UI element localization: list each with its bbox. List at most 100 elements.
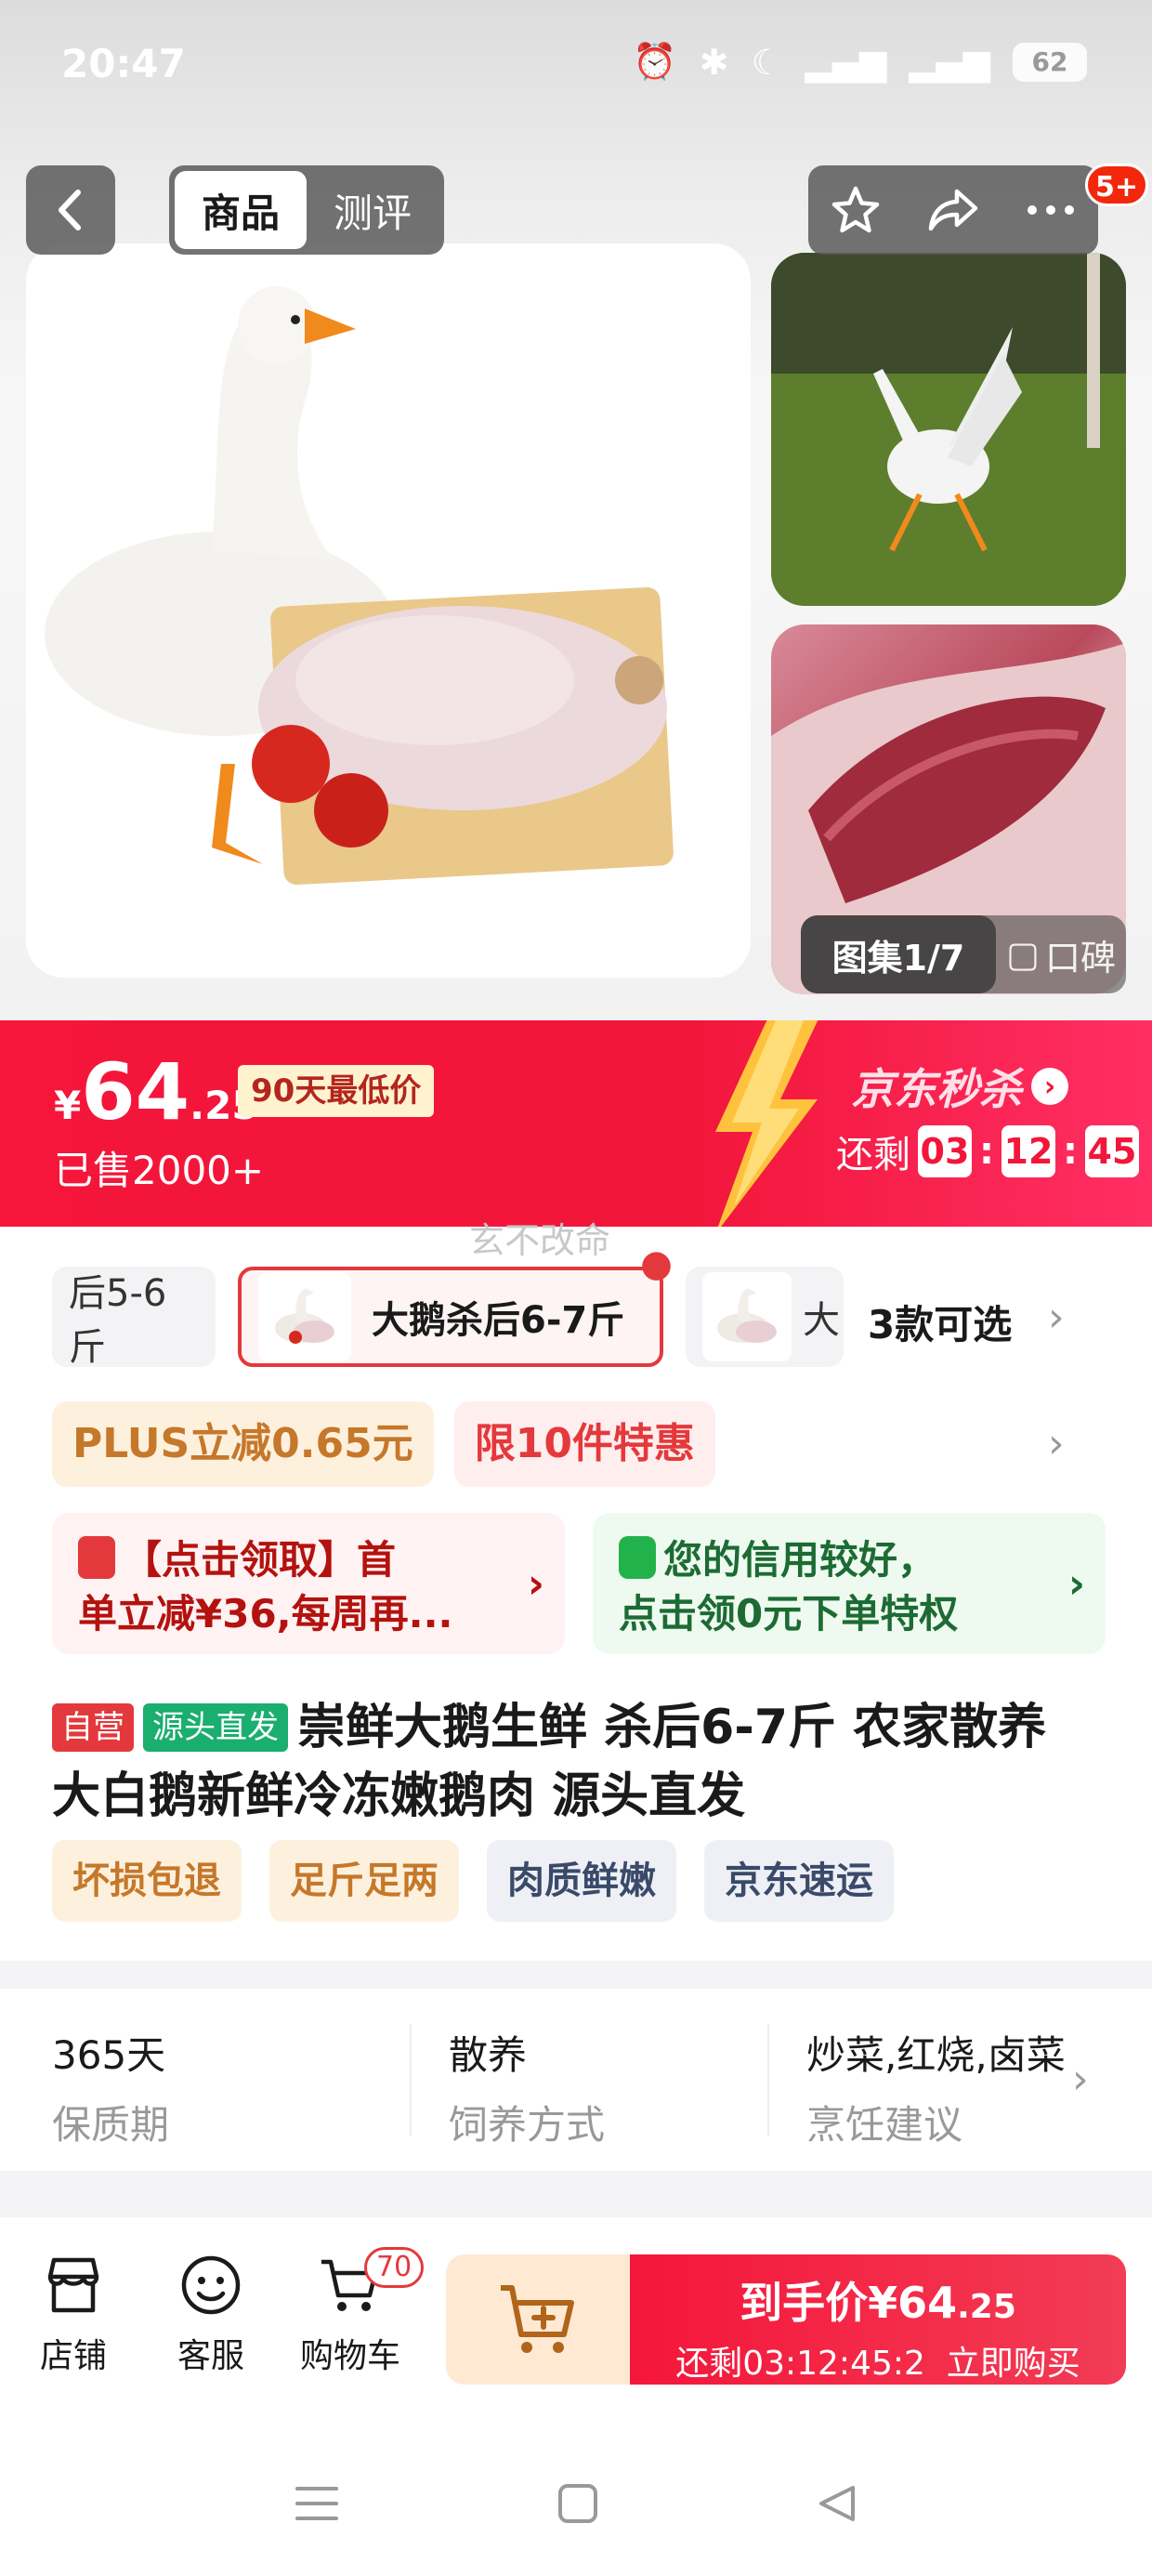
top-actions — [808, 165, 1098, 255]
feature-tag[interactable]: 足斤足两 — [269, 1840, 459, 1922]
hot-flame-icon: ● — [640, 1242, 673, 1285]
variant-option-selected[interactable]: 大鹅杀后6-7斤 ● — [238, 1242, 673, 1367]
customer-service-button[interactable]: 客服 — [160, 2254, 262, 2377]
tab-product[interactable]: 商品 — [175, 171, 307, 249]
source-direct-badge: 源头直发 — [143, 1703, 288, 1752]
koubei-tab[interactable]: ▢ 口碑 — [996, 929, 1126, 980]
promo-row[interactable]: PLUS立减0.65元 限10件特惠 — [52, 1401, 715, 1487]
variant-option[interactable]: 后5-6斤 — [52, 1267, 216, 1369]
buy-now-button[interactable]: 到手价¥64.25 还剩03:12:45:2 立即购买 — [630, 2254, 1126, 2385]
gallery-counter-label[interactable]: 图集1/7 — [801, 915, 996, 993]
spec-item: 散养 饲养方式 — [410, 2024, 767, 2148]
menu-icon[interactable] — [294, 2483, 340, 2524]
product-gallery[interactable]: 图集1/7 ▢ 口碑 — [0, 0, 1152, 1022]
buy-price-currency: ¥ — [868, 2278, 898, 2328]
variant-selector: 后5-6斤 大鹅杀后6-7斤 ● 大 — [52, 1242, 866, 1369]
chevron-right-icon[interactable]: › — [1072, 2056, 1089, 2103]
koubei-icon: ▢ — [1006, 934, 1040, 975]
service-label: 客服 — [177, 2337, 244, 2375]
notification-badge: 5+ — [1085, 164, 1149, 206]
spec-summary[interactable]: 365天 保质期 散养 饲养方式 炒菜,红烧,卤菜 烹饪建议 › — [0, 1989, 1152, 2171]
coupon-line1: 【点击领取】首 — [123, 1537, 397, 1583]
status-time: 20:47 — [61, 41, 186, 86]
variant-thumbnail — [702, 1272, 792, 1361]
battery-icon: 62 — [1013, 42, 1087, 82]
alarm-icon: ⏰ — [633, 41, 677, 82]
moon-icon: ☾ — [751, 41, 783, 83]
add-to-cart-button[interactable] — [446, 2254, 632, 2385]
cart-count-badge: 70 — [364, 2247, 425, 2288]
limited-offer-tag[interactable]: 限10件特惠 — [453, 1401, 715, 1487]
service-smiley-icon — [181, 2255, 241, 2315]
countdown-sep: : — [1063, 1130, 1078, 1173]
spec-value: 炒菜,红烧,卤菜 — [806, 2032, 1066, 2078]
gallery-counter[interactable]: 图集1/7 ▢ 口碑 — [801, 915, 1126, 993]
sale-price: ¥ 64 .25 — [54, 1046, 259, 1137]
coupon-icon — [78, 1536, 115, 1579]
variant-label: 后5-6斤 — [69, 1272, 167, 1369]
chevron-right-icon[interactable]: › — [1048, 1294, 1065, 1341]
lowest-price-tag: 90天最低价 — [238, 1065, 435, 1117]
coupon-row: 【点击领取】首 单立减¥36,每周再... › 您的信用较好， 点击领0元下单特… — [52, 1513, 1106, 1654]
self-operated-badge: 自营 — [52, 1703, 134, 1752]
countdown-label: 还剩 — [836, 1134, 910, 1176]
buy-price-integer: 64 — [897, 2278, 958, 2328]
feature-tag[interactable]: 肉质鲜嫩 — [487, 1840, 676, 1922]
spec-item: 365天 保质期 — [52, 2024, 410, 2148]
lightning-icon — [715, 1020, 818, 1227]
buy-countdown-line: 还剩03:12:45:2 立即购买 — [630, 2336, 1126, 2385]
countdown-hours: 03 — [918, 1125, 972, 1177]
spec-key: 烹饪建议 — [806, 2102, 963, 2148]
more-icon[interactable] — [1025, 203, 1077, 217]
plus-discount-tag[interactable]: PLUS立减0.65元 — [52, 1401, 434, 1487]
flash-sale-title[interactable]: 京东秒杀 › — [851, 1056, 1068, 1117]
countdown-minutes: 12 — [1001, 1125, 1055, 1177]
main-product-image[interactable] — [26, 243, 751, 978]
spec-key: 饲养方式 — [449, 2102, 606, 2148]
chevron-right-icon: › — [1031, 1068, 1068, 1105]
bluetooth-icon: ✱ — [699, 41, 729, 83]
shop-button[interactable]: 店铺 — [22, 2254, 124, 2377]
status-bar: 20:47 ⏰ ✱ ☾ ▂▄▆ ▂▄▆ 62 — [0, 0, 1152, 139]
shopping-bag-icon — [619, 1536, 656, 1579]
product-title: 自营 源头直发 崇鲜大鹅生鲜 杀后6-7斤 农家散养大白鹅新鲜冷冻嫩鹅肉 源头直发 — [52, 1693, 1093, 1831]
price-currency: ¥ — [54, 1083, 82, 1128]
back-button[interactable] — [26, 165, 115, 255]
countdown-sep: : — [979, 1130, 994, 1173]
home-square-icon[interactable] — [556, 2482, 599, 2525]
gallery-thumb-goose-field[interactable] — [771, 253, 1126, 606]
variant-label: 大鹅杀后6-7斤 — [372, 1299, 625, 1342]
coupon-line2: 单立减¥36,每周再... — [78, 1591, 453, 1636]
cart-button[interactable]: 购物车 70 — [299, 2247, 425, 2377]
first-order-coupon[interactable]: 【点击领取】首 单立减¥36,每周再... › — [52, 1513, 565, 1654]
product-page: 图集1/7 ▢ 口碑 20:47 ⏰ ✱ ☾ ▂▄▆ ▂▄▆ 62 商品 测评 … — [0, 0, 1152, 2576]
credit-line2: 点击领0元下单特权 — [619, 1591, 959, 1636]
variant-option[interactable]: 大 — [686, 1267, 844, 1367]
status-icons: ⏰ ✱ ☾ ▂▄▆ ▂▄▆ 62 — [633, 41, 1087, 83]
back-triangle-icon[interactable] — [816, 2482, 858, 2525]
buy-now-label: 立即购买 — [946, 2345, 1080, 2383]
feature-tag[interactable]: 坏损包退 — [52, 1840, 242, 1922]
store-icon — [47, 2257, 99, 2313]
sold-count: 已售2000+ — [54, 1148, 265, 1193]
add-cart-icon — [501, 2285, 574, 2353]
service-features[interactable]: 坏损包退 足斤足两 肉质鲜嫩 京东速运 — [52, 1840, 894, 1922]
flash-sale-bar[interactable]: ¥ 64 .25 90天最低价 已售2000+ 京东秒杀 › 还剩 03 : 1… — [0, 1020, 1152, 1227]
feature-tag[interactable]: 京东速运 — [704, 1840, 894, 1922]
spec-value: 散养 — [449, 2032, 528, 2078]
koubei-label: 口碑 — [1044, 937, 1116, 979]
variant-label: 大 — [803, 1299, 840, 1342]
credit-privilege-card[interactable]: 您的信用较好， 点击领0元下单特权 › — [593, 1513, 1106, 1654]
countdown-seconds: 45 — [1085, 1125, 1139, 1177]
product-tabs: 商品 测评 — [169, 165, 444, 255]
spec-key: 保质期 — [52, 2102, 170, 2148]
price-integer: 64 — [81, 1046, 190, 1137]
buy-price-line: 到手价¥64.25 — [630, 2269, 1126, 2331]
tab-review[interactable]: 测评 — [307, 171, 439, 249]
share-icon[interactable] — [925, 184, 981, 236]
variant-count[interactable]: 3款可选 — [868, 1294, 1012, 1350]
spec-value: 365天 — [52, 2032, 166, 2078]
star-icon[interactable] — [830, 184, 882, 236]
chevron-right-icon[interactable]: › — [1048, 1420, 1065, 1467]
spec-item: 炒菜,红烧,卤菜 烹饪建议 — [767, 2024, 1074, 2148]
